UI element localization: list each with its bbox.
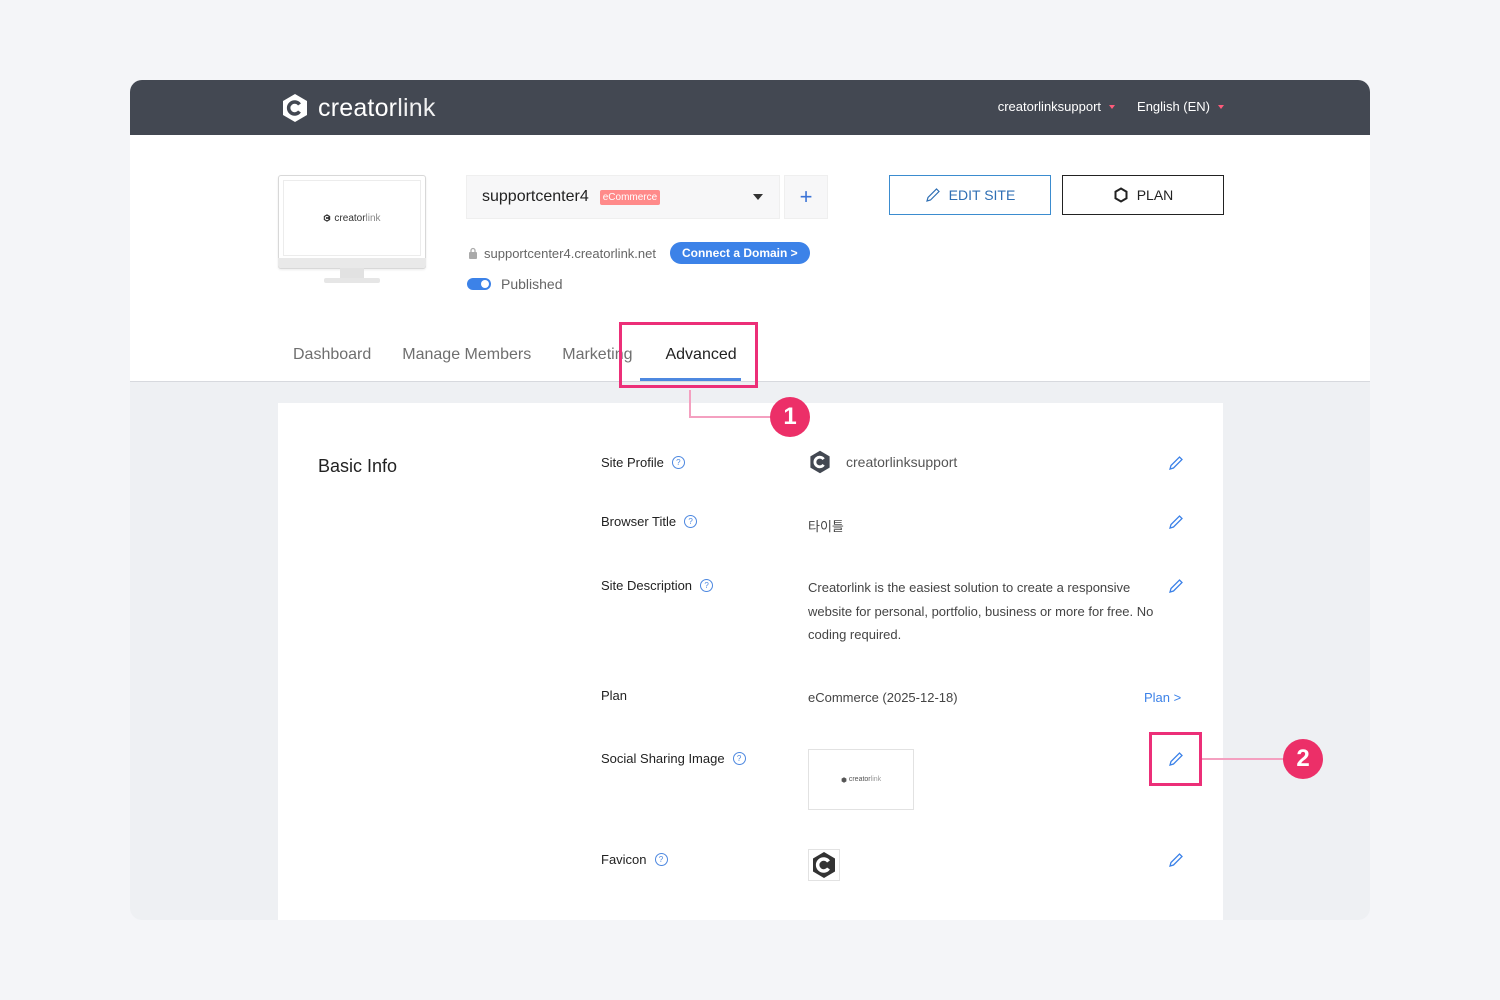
edit-site-button[interactable]: EDIT SITE: [889, 175, 1051, 215]
hexagon-icon: [1114, 187, 1128, 203]
section-title: Basic Info: [318, 456, 398, 476]
creatorlink-logo-icon: [283, 94, 307, 122]
creatorlink-logo-icon: [841, 776, 847, 783]
browser-title-label: Browser Title?: [601, 514, 698, 529]
plan-label: Plan: [601, 688, 628, 703]
highlight-box-advanced-tab: [619, 322, 758, 388]
site-name: supportcenter4: [482, 188, 589, 205]
edit-site-profile-pencil-icon[interactable]: [1168, 455, 1184, 471]
help-icon[interactable]: ?: [671, 456, 685, 469]
edit-site-description-pencil-icon[interactable]: [1168, 578, 1184, 594]
help-icon[interactable]: ?: [684, 515, 698, 528]
app-window: creatorlink creatorlinksupport English (…: [130, 80, 1370, 920]
site-description-label: Site Description?: [601, 578, 714, 593]
publish-status: Published: [467, 276, 563, 292]
plan-badge: eCommerce: [599, 189, 661, 205]
plan-link[interactable]: Plan >: [1144, 690, 1181, 705]
basic-info-panel: Basic Info Site Profile? creatorlinksupp…: [278, 403, 1223, 920]
browser-title-value: 타이틀: [808, 519, 844, 534]
callout-line-2: [1202, 758, 1284, 760]
edit-browser-title-pencil-icon[interactable]: [1168, 514, 1184, 530]
edit-favicon-pencil-icon[interactable]: [1168, 852, 1184, 868]
creatorlink-logo-icon: [324, 214, 331, 222]
site-preview-screen: creator link: [283, 180, 421, 256]
site-url[interactable]: supportcenter4.creatorlink.net: [484, 246, 656, 261]
publish-status-label: Published: [501, 276, 563, 292]
lock-icon: [469, 247, 477, 259]
account-dropdown[interactable]: creatorlinksupport: [998, 99, 1116, 114]
top-bar: creatorlink creatorlinksupport English (…: [130, 80, 1370, 135]
connect-domain-button[interactable]: Connect a Domain >: [669, 242, 810, 264]
plus-icon: +: [799, 184, 813, 209]
caret-down-icon: [1218, 104, 1224, 109]
publish-toggle[interactable]: [467, 278, 491, 290]
favicon-logo-icon: [813, 852, 835, 878]
pencil-icon: [925, 188, 940, 202]
site-preview-monitor[interactable]: creator link: [278, 175, 426, 287]
top-nav: creatorlinksupport English (EN): [998, 99, 1224, 114]
site-profile-label: Site Profile?: [601, 455, 685, 470]
callout-number-2: 2: [1283, 739, 1323, 779]
callout-number-1: 1: [770, 397, 810, 437]
favicon-preview: [808, 849, 840, 881]
highlight-box-social-image-edit: [1149, 732, 1202, 786]
profile-logo-icon: [810, 450, 830, 474]
plan-button[interactable]: PLAN: [1062, 175, 1224, 215]
help-icon[interactable]: ?: [732, 752, 746, 765]
favicon-label: Favicon?: [601, 852, 668, 867]
site-url-row: supportcenter4.creatorlink.net Connect a…: [468, 242, 810, 264]
callout-line-1: [689, 416, 771, 418]
callout-line-1: [689, 390, 691, 417]
caret-down-icon: [1109, 104, 1116, 109]
site-description-value: Creatorlink is the easiest solution to c…: [808, 580, 1154, 642]
brand-logo[interactable]: creatorlink: [280, 93, 436, 123]
dropdown-arrow-icon: [753, 194, 763, 200]
social-sharing-image-thumbnail: creator link: [808, 749, 914, 810]
social-sharing-image-label: Social Sharing Image?: [601, 751, 746, 766]
help-icon[interactable]: ?: [654, 853, 668, 866]
tab-dashboard[interactable]: Dashboard: [293, 346, 371, 364]
site-profile-value: creatorlinksupport: [808, 450, 957, 474]
tab-manage-members[interactable]: Manage Members: [402, 346, 531, 364]
language-dropdown[interactable]: English (EN): [1137, 99, 1224, 114]
add-site-button[interactable]: +: [784, 175, 828, 219]
plan-value: eCommerce (2025-12-18): [808, 690, 958, 705]
site-selector[interactable]: supportcenter4 eCommerce: [466, 175, 780, 219]
help-icon[interactable]: ?: [700, 579, 714, 592]
logo-text: creatorlink: [318, 93, 436, 122]
